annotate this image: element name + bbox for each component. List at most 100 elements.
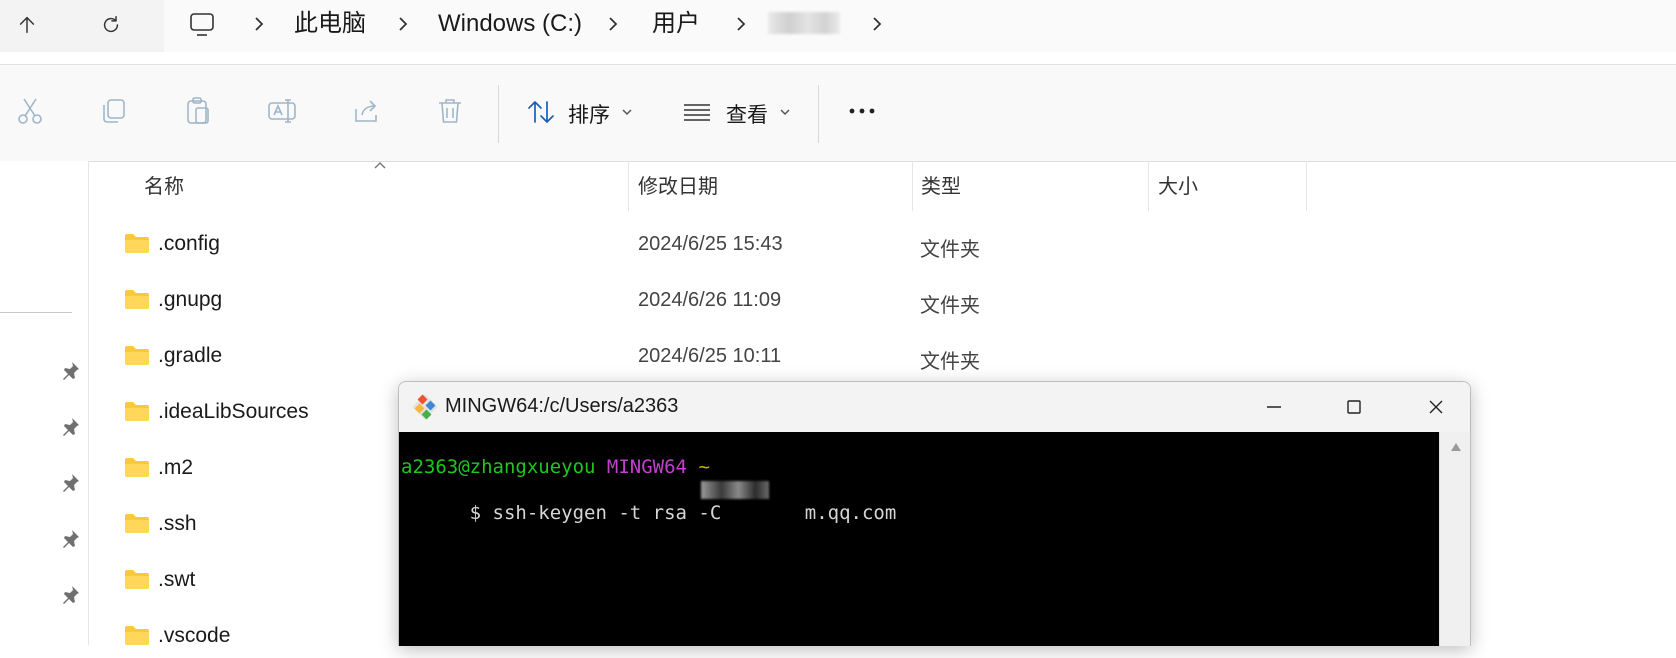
more-options-button[interactable] xyxy=(846,95,880,129)
folder-icon xyxy=(125,290,149,309)
chevron-right-icon xyxy=(737,17,746,31)
breadcrumb[interactable]: 此电脑 Windows (C:) 用户 xyxy=(164,0,1676,52)
column-header-modified[interactable]: 修改日期 xyxy=(638,170,718,199)
toolbar-separator xyxy=(498,85,499,143)
view-label: 查看 xyxy=(726,104,768,127)
maximize-icon xyxy=(1347,400,1361,414)
column-header-name[interactable]: 名称 xyxy=(144,170,184,199)
file-name: .gradle xyxy=(158,344,223,367)
breadcrumb-user-redacted[interactable] xyxy=(768,12,840,34)
pin-icon[interactable] xyxy=(58,359,82,383)
refresh-button[interactable] xyxy=(96,10,126,40)
close-icon xyxy=(1429,400,1443,414)
pin-icon[interactable] xyxy=(58,583,82,607)
breadcrumb-users[interactable]: 用户 xyxy=(652,9,700,39)
file-modified: 2024/6/25 15:43 xyxy=(638,233,783,255)
folder-icon xyxy=(125,346,149,365)
folder-icon xyxy=(125,458,149,477)
file-type: 文件夹 xyxy=(920,295,980,317)
pin-icon[interactable] xyxy=(58,471,82,495)
file-name: .ideaLibSources xyxy=(158,400,309,423)
refresh-icon xyxy=(103,16,119,33)
chevron-down-icon xyxy=(780,109,790,116)
git-logo-icon xyxy=(412,394,438,420)
copy-button[interactable] xyxy=(98,95,132,129)
delete-icon xyxy=(439,99,461,123)
column-divider[interactable] xyxy=(1148,161,1149,211)
chevron-right-icon xyxy=(399,17,408,31)
copy-icon xyxy=(103,99,125,123)
column-header-type[interactable]: 类型 xyxy=(921,170,961,199)
file-name: .m2 xyxy=(158,456,194,479)
file-type: 文件夹 xyxy=(920,351,980,373)
toolbar-separator xyxy=(818,85,819,143)
computer-icon xyxy=(190,13,214,36)
paste-icon xyxy=(187,97,209,124)
chevron-down-icon xyxy=(622,109,632,116)
prompt-user: a2363@zhangxueyou xyxy=(401,456,596,478)
terminal-window[interactable]: MINGW64:/c/Users/a2363 a2363@zhangxueyou… xyxy=(398,381,1471,646)
file-name: .swt xyxy=(158,568,196,591)
file-type: 文件夹 xyxy=(920,239,980,261)
command-suffix: m.qq.com xyxy=(804,502,897,524)
terminal-title-bar[interactable]: MINGW64:/c/Users/a2363 xyxy=(399,382,1470,432)
scroll-up-arrow-icon[interactable] xyxy=(1450,442,1462,452)
terminal-output[interactable]: a2363@zhangxueyou MINGW64 ~ $ ssh-keygen… xyxy=(399,432,1439,646)
delete-button[interactable] xyxy=(434,95,468,129)
paste-button[interactable] xyxy=(182,95,216,129)
file-name: .gnupg xyxy=(158,288,223,311)
prompt-line: a2363@zhangxueyou MINGW64 ~ xyxy=(401,456,710,479)
folder-icon xyxy=(125,402,149,421)
sort-ascending-icon xyxy=(374,162,386,169)
redacted-email xyxy=(701,481,769,499)
file-row[interactable]: .config 2024/6/25 15:43 文件夹 xyxy=(120,226,1020,266)
sort-label: 排序 xyxy=(568,104,610,127)
more-icon xyxy=(849,108,875,114)
pin-icon[interactable] xyxy=(58,415,82,439)
view-icon xyxy=(684,104,710,121)
folder-icon xyxy=(125,234,149,253)
breadcrumb-this-pc[interactable]: 此电脑 xyxy=(294,9,366,39)
file-name: .vscode xyxy=(158,624,231,647)
file-name: .ssh xyxy=(158,512,197,535)
up-arrow-icon xyxy=(19,16,35,34)
command-line: $ ssh-keygen -t rsa -C m.qq.com xyxy=(401,479,1431,524)
chevron-right-icon xyxy=(255,17,264,31)
minimize-button[interactable] xyxy=(1259,392,1289,422)
share-button[interactable] xyxy=(350,95,384,129)
sort-icon xyxy=(528,101,554,123)
prompt-env: MINGW64 xyxy=(606,456,687,478)
prompt-path: ~ xyxy=(698,456,710,478)
folder-icon xyxy=(125,626,149,645)
maximize-button[interactable] xyxy=(1339,392,1369,422)
file-row[interactable]: .gnupg 2024/6/26 11:09 文件夹 xyxy=(120,282,1020,322)
folder-icon xyxy=(125,570,149,589)
breadcrumb-windows-c[interactable]: Windows (C:) xyxy=(438,9,582,39)
folder-icon xyxy=(125,514,149,533)
chevron-right-icon[interactable] xyxy=(868,13,886,35)
terminal-title: MINGW64:/c/Users/a2363 xyxy=(445,395,679,417)
command-prefix: $ ssh-keygen -t rsa -C xyxy=(469,502,733,524)
address-bar-row: 此电脑 Windows (C:) 用户 xyxy=(0,0,1676,52)
cut-button[interactable] xyxy=(14,95,48,129)
column-divider[interactable] xyxy=(912,161,913,211)
rename-icon xyxy=(268,99,296,123)
close-button[interactable] xyxy=(1421,392,1451,422)
column-divider[interactable] xyxy=(1306,161,1307,211)
file-modified: 2024/6/25 10:11 xyxy=(638,345,782,367)
pin-icon[interactable] xyxy=(58,527,82,551)
column-header-size[interactable]: 大小 xyxy=(1158,170,1198,199)
sort-button[interactable]: 排序 xyxy=(526,93,636,131)
share-icon xyxy=(355,100,377,122)
column-divider[interactable] xyxy=(628,161,629,211)
terminal-scrollbar[interactable] xyxy=(1439,432,1470,646)
view-button[interactable]: 查看 xyxy=(682,93,796,131)
command-bar: 排序 查看 xyxy=(0,64,1676,162)
chevron-right-icon xyxy=(609,17,618,31)
minimize-icon xyxy=(1267,406,1281,408)
rename-button[interactable] xyxy=(266,95,300,129)
up-button[interactable] xyxy=(12,10,42,40)
navigation-pane[interactable] xyxy=(0,161,89,645)
file-row[interactable]: .gradle 2024/6/25 10:11 文件夹 xyxy=(120,338,1020,378)
file-name: .config xyxy=(158,232,220,255)
